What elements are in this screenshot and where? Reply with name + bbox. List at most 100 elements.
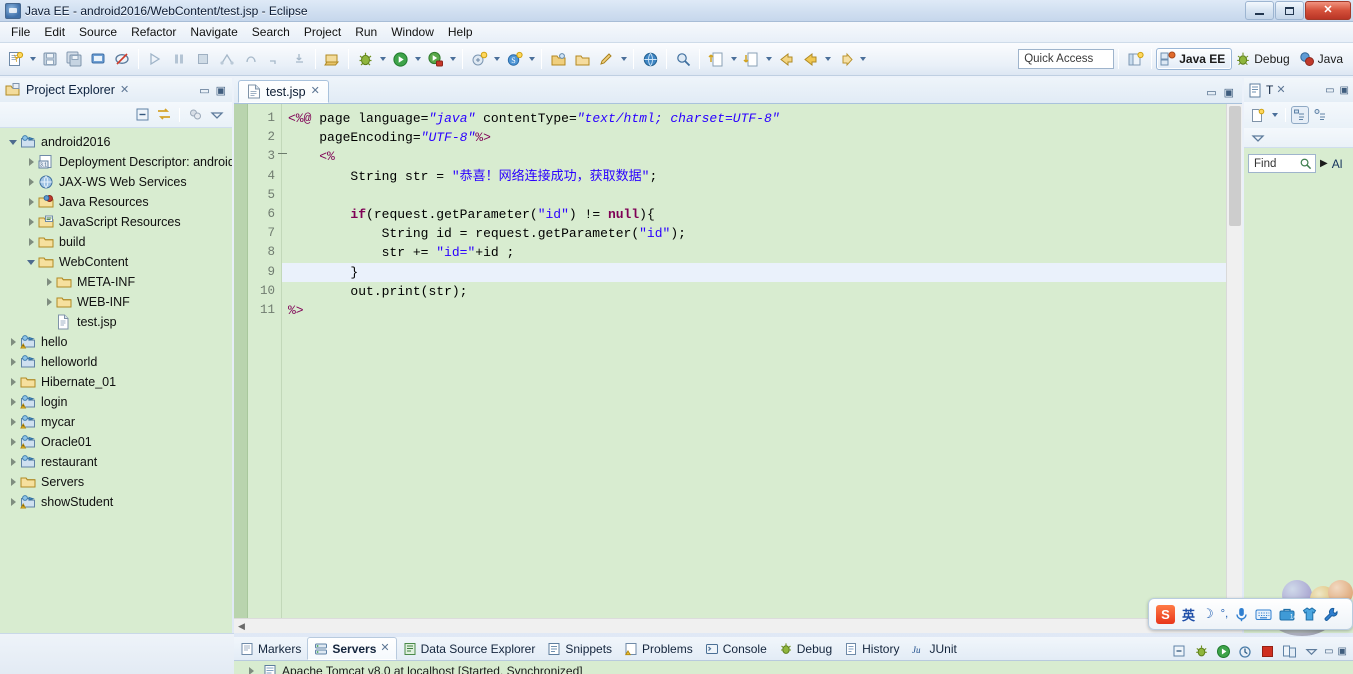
hierarchical-layout-icon[interactable] — [1291, 106, 1309, 124]
editor-vertical-scroll-thumb[interactable] — [1229, 106, 1241, 226]
new-wizard-dropdown-icon[interactable] — [27, 48, 38, 70]
new-dropdown-icon[interactable] — [1269, 104, 1280, 126]
forward-icon[interactable] — [834, 48, 856, 70]
next-annotation-icon[interactable] — [740, 48, 762, 70]
bottom-tab-markers[interactable]: Markers — [234, 637, 307, 660]
tree-item-showstudent[interactable]: showStudent — [0, 492, 232, 512]
bottom-tab-snippets[interactable]: Snippets — [541, 637, 618, 660]
bottom-tab-junit[interactable]: Ju JUnit — [905, 637, 962, 660]
import-icon[interactable] — [288, 48, 310, 70]
build-all-icon[interactable] — [216, 48, 238, 70]
new-jsp-icon[interactable] — [321, 48, 343, 70]
code-content[interactable]: <%@ page language="java" contentType="te… — [282, 104, 1242, 618]
restore-icon[interactable] — [264, 48, 286, 70]
back-dropdown-icon[interactable] — [822, 48, 833, 70]
open-resource-icon[interactable] — [571, 48, 593, 70]
bottom-tab-debug[interactable]: Debug — [773, 637, 838, 660]
code-line[interactable]: <%@ page language="java" contentType="te… — [288, 109, 1242, 128]
view-menu-icon[interactable] — [208, 106, 226, 124]
scroll-left-icon[interactable]: ◀ — [234, 621, 249, 632]
snippets-close-icon[interactable]: ✕ — [1276, 84, 1285, 96]
bottom-maximize-icon[interactable]: ▣ — [1338, 646, 1347, 657]
tree-twisty[interactable] — [24, 192, 38, 212]
last-edit-location-icon[interactable] — [595, 48, 617, 70]
project-explorer-minimize-icon[interactable]: ▭ — [199, 84, 209, 97]
tree-item-hello[interactable]: hello — [0, 332, 232, 352]
find-input[interactable]: Find — [1248, 154, 1316, 173]
run-icon[interactable] — [389, 48, 411, 70]
bottom-tab-problems[interactable]: Problems — [618, 637, 699, 660]
language-mode[interactable]: 英 — [1182, 605, 1195, 624]
save-all-icon[interactable] — [63, 48, 85, 70]
toggle-breakpoint-icon[interactable] — [111, 48, 133, 70]
menu-navigate[interactable]: Navigate — [183, 22, 244, 42]
tree-item-meta-inf[interactable]: META-INF — [0, 272, 232, 292]
forward-back-icon[interactable] — [799, 48, 821, 70]
bottom-tab-console[interactable]: Console — [699, 637, 773, 660]
settings-icon[interactable] — [1324, 607, 1338, 621]
new-java-project-dropdown-icon[interactable] — [491, 48, 502, 70]
tree-item-oracle01[interactable]: Oracle01 — [0, 432, 232, 452]
soft-keyboard-icon[interactable] — [1255, 608, 1272, 621]
tree-item-web-inf[interactable]: WEB-INF — [0, 292, 232, 312]
snippets-maximize-icon[interactable]: ▣ — [1340, 85, 1349, 96]
code-line[interactable]: } — [282, 262, 1242, 282]
bottom-tab-data-source-explorer[interactable]: Data Source Explorer — [397, 637, 542, 660]
perspective-java[interactable]: Java — [1296, 48, 1349, 70]
open-perspective-icon[interactable] — [1124, 48, 1146, 70]
perspective-java-ee[interactable]: Java EE — [1156, 48, 1233, 70]
code-line[interactable]: String str = "恭喜！网络连接成功，获取数据"; — [288, 167, 1242, 186]
debug-server-icon[interactable] — [1192, 642, 1210, 660]
code-line[interactable]: out.print(str); — [288, 282, 1242, 301]
tree-item-restaurant[interactable]: restaurant — [0, 452, 232, 472]
new-wizard-icon[interactable] — [4, 48, 26, 70]
server-row-twisty[interactable] — [244, 661, 258, 674]
tree-item-webcontent[interactable]: WebContent — [0, 252, 232, 272]
sogou-input-method-bar[interactable]: S 英 ☽ °, 14 — [1148, 598, 1353, 630]
tree-twisty[interactable] — [42, 272, 56, 292]
bottom-tab-close-icon[interactable]: ✕ — [380, 643, 389, 654]
back-icon[interactable] — [775, 48, 797, 70]
menu-window[interactable]: Window — [384, 22, 441, 42]
debug-dropdown-icon[interactable] — [377, 48, 388, 70]
tree-item-deployment-descriptor-android2016[interactable]: 3.1 Deployment Descriptor: android2016 — [0, 152, 232, 172]
menu-search[interactable]: Search — [245, 22, 297, 42]
start-server-icon[interactable] — [1214, 642, 1232, 660]
editor-minimize-icon[interactable]: ▭ — [1206, 86, 1216, 99]
skin-icon[interactable] — [1302, 607, 1317, 621]
punctuation-icon[interactable]: °, — [1221, 608, 1228, 620]
snippets-minimize-icon[interactable]: ▭ — [1325, 85, 1334, 96]
tree-twisty[interactable] — [6, 492, 20, 512]
open-type-icon[interactable] — [547, 48, 569, 70]
flat-layout-icon[interactable] — [1312, 106, 1330, 124]
collapse-all-icon[interactable] — [1170, 642, 1188, 660]
maximize-button[interactable] — [1275, 1, 1304, 20]
tree-twisty[interactable] — [24, 172, 38, 192]
menu-refactor[interactable]: Refactor — [124, 22, 183, 42]
code-line[interactable]: pageEncoding="UTF-8"%> — [288, 128, 1242, 147]
tree-twisty[interactable] — [6, 432, 20, 452]
code-line[interactable]: %> — [288, 301, 1242, 320]
tree-twisty[interactable] — [6, 332, 20, 352]
view-menu-icon[interactable] — [1302, 642, 1320, 660]
quick-access-input[interactable]: Quick Access — [1018, 49, 1115, 69]
web-browser-icon[interactable] — [639, 48, 661, 70]
code-line[interactable]: <% — [288, 147, 1242, 166]
tree-twisty[interactable] — [24, 232, 38, 252]
tree-twisty[interactable] — [6, 132, 20, 152]
tree-twisty[interactable] — [6, 452, 20, 472]
new-java-project-icon[interactable] — [468, 48, 490, 70]
editor-tab-close-icon[interactable]: ✕ — [311, 86, 320, 97]
servers-content[interactable]: Apache Tomcat v8.0 at localhost [Started… — [234, 661, 1353, 674]
stop-server-icon[interactable] — [1258, 642, 1276, 660]
run-server-dropdown-icon[interactable] — [447, 48, 458, 70]
project-explorer-close-icon[interactable]: ✕ — [120, 84, 129, 96]
tree-item-hibernate-01[interactable]: Hibernate_01 — [0, 372, 232, 392]
profile-icon[interactable] — [240, 48, 262, 70]
menu-edit[interactable]: Edit — [37, 22, 72, 42]
group-expand-icon[interactable]: ▶ — [1320, 158, 1328, 169]
tree-item-test-jsp[interactable]: test.jsp — [0, 312, 232, 332]
tree-twisty[interactable] — [24, 252, 38, 272]
next-annotation-dropdown-icon[interactable] — [763, 48, 774, 70]
tree-twisty[interactable] — [6, 472, 20, 492]
